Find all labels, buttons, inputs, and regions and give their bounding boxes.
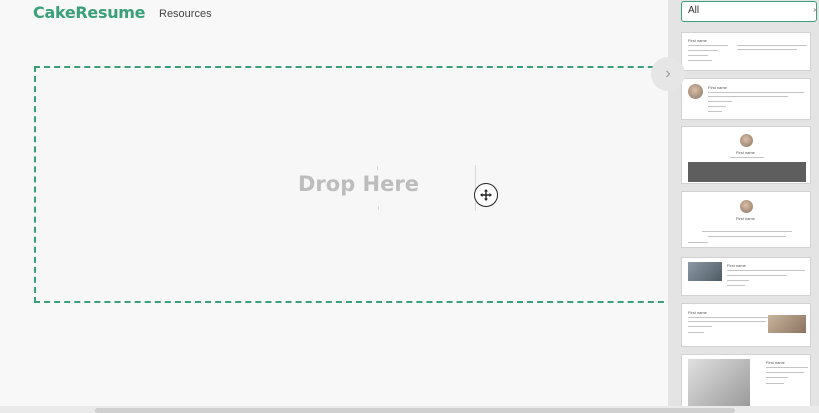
horizontal-scrollbar[interactable] bbox=[0, 406, 819, 413]
template-name: First name bbox=[766, 360, 785, 365]
drop-guide-line bbox=[378, 206, 379, 210]
template-filter-select[interactable]: × bbox=[681, 1, 818, 22]
profile-photo bbox=[688, 359, 750, 407]
template-filter-input[interactable] bbox=[688, 5, 798, 16]
template-thumbnail[interactable]: First name bbox=[681, 78, 811, 120]
scrollbar-thumb[interactable] bbox=[95, 408, 735, 413]
template-thumbnail[interactable]: First name bbox=[681, 126, 811, 184]
template-name: First name bbox=[727, 263, 746, 268]
template-thumbnail[interactable]: First name bbox=[681, 32, 811, 71]
template-name: First name bbox=[708, 85, 727, 90]
template-name: First name bbox=[736, 150, 755, 155]
avatar bbox=[740, 134, 753, 147]
avatar bbox=[740, 200, 753, 213]
top-navbar: CakeResume Resources bbox=[0, 0, 668, 30]
template-thumbnail[interactable]: First name bbox=[681, 303, 811, 347]
collapse-panel-button[interactable]: › bbox=[651, 57, 685, 91]
profile-photo bbox=[768, 315, 806, 333]
template-thumbnail[interactable]: First name bbox=[681, 257, 811, 296]
profile-photo bbox=[688, 262, 722, 281]
nav-resources-link[interactable]: Resources bbox=[159, 8, 212, 20]
drop-here-label: Drop Here bbox=[298, 172, 419, 196]
template-name: First name bbox=[688, 38, 707, 43]
clear-icon[interactable]: × bbox=[813, 5, 818, 15]
chevron-right-icon: › bbox=[665, 65, 671, 82]
avatar bbox=[688, 84, 703, 99]
template-thumbnail[interactable]: First name bbox=[681, 191, 811, 248]
template-thumbnail[interactable]: First name bbox=[681, 354, 811, 413]
template-name: First name bbox=[736, 216, 755, 221]
contact-band bbox=[688, 162, 806, 182]
template-sidebar: × First name First name First name First… bbox=[668, 0, 819, 413]
brand-logo[interactable]: CakeResume bbox=[33, 3, 146, 22]
move-cursor-icon bbox=[474, 183, 498, 207]
template-name: First name bbox=[688, 310, 707, 315]
drop-guide-line bbox=[377, 166, 378, 170]
